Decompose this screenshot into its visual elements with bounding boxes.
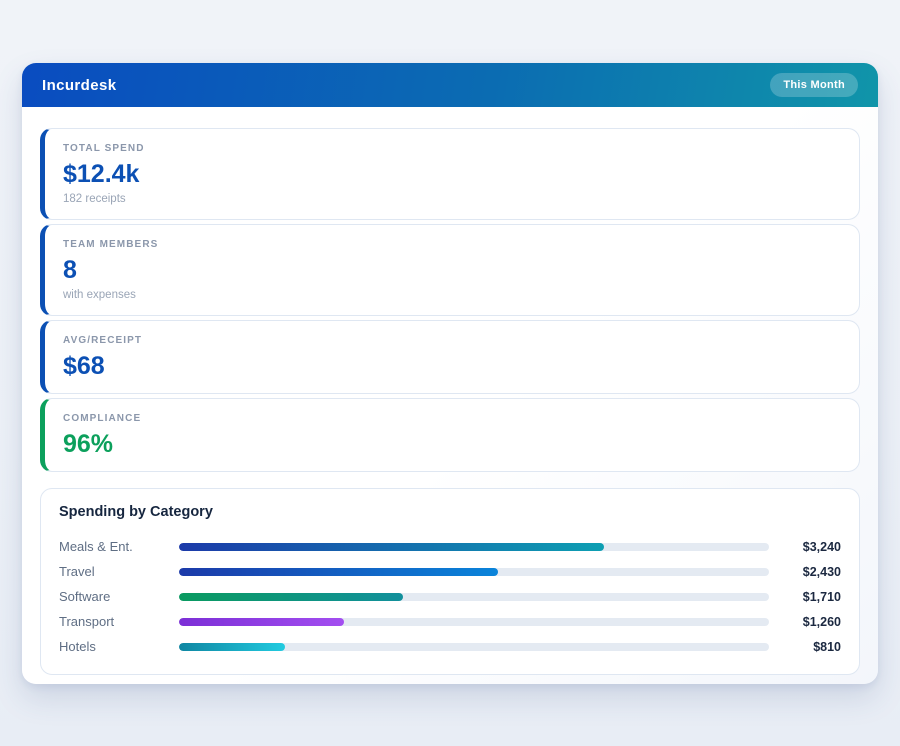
stat-subtext: with expenses — [63, 288, 841, 302]
bar-track — [179, 643, 769, 651]
stat-value: 8 — [63, 256, 841, 284]
category-row: Hotels $810 — [59, 634, 841, 659]
period-badge[interactable]: This Month — [770, 73, 858, 97]
stat-label: TEAM MEMBERS — [63, 238, 841, 251]
category-value: $810 — [769, 640, 841, 654]
bar-track — [179, 593, 769, 601]
category-row: Travel $2,430 — [59, 559, 841, 584]
bar-fill-travel — [179, 568, 498, 576]
stat-subtext: 182 receipts — [63, 192, 841, 206]
bar-fill-hotels — [179, 643, 285, 651]
bar-track — [179, 618, 769, 626]
category-value: $2,430 — [769, 565, 841, 579]
category-label: Transport — [59, 614, 179, 629]
app-title: Incurdesk — [42, 77, 116, 94]
bar-fill-meals — [179, 543, 604, 551]
stat-card-avg-receipt: AVG/RECEIPT $68 — [40, 320, 860, 394]
stat-label: COMPLIANCE — [63, 412, 841, 425]
category-value: $1,260 — [769, 615, 841, 629]
bar-fill-transport — [179, 618, 344, 626]
chart-title: Spending by Category — [59, 504, 841, 521]
stat-label: TOTAL SPEND — [63, 142, 841, 155]
card-body: TOTAL SPEND $12.4k 182 receipts TEAM MEM… — [22, 107, 878, 675]
stat-card-compliance: COMPLIANCE 96% — [40, 398, 860, 472]
stat-value: $68 — [63, 352, 841, 380]
category-value: $3,240 — [769, 540, 841, 554]
category-label: Meals & Ent. — [59, 539, 179, 554]
stat-card-team-members: TEAM MEMBERS 8 with expenses — [40, 224, 860, 316]
stat-card-total-spend: TOTAL SPEND $12.4k 182 receipts — [40, 128, 860, 220]
category-row: Transport $1,260 — [59, 609, 841, 634]
category-label: Hotels — [59, 639, 179, 654]
stat-value: 96% — [63, 430, 841, 458]
page-background: { "header": { "title": "Incurdesk", "bad… — [0, 0, 900, 746]
stat-label: AVG/RECEIPT — [63, 334, 841, 347]
category-label: Software — [59, 589, 179, 604]
expense-dashboard-card: Incurdesk This Month TOTAL SPEND $12.4k … — [22, 63, 878, 684]
bar-fill-software — [179, 593, 403, 601]
category-value: $1,710 — [769, 590, 841, 604]
spending-by-category-card: Spending by Category Meals & Ent. $3,240… — [40, 488, 860, 675]
category-label: Travel — [59, 564, 179, 579]
bar-track — [179, 543, 769, 551]
bar-track — [179, 568, 769, 576]
card-header: Incurdesk This Month — [22, 63, 878, 107]
category-row: Meals & Ent. $3,240 — [59, 534, 841, 559]
stat-value: $12.4k — [63, 160, 841, 188]
category-row: Software $1,710 — [59, 584, 841, 609]
